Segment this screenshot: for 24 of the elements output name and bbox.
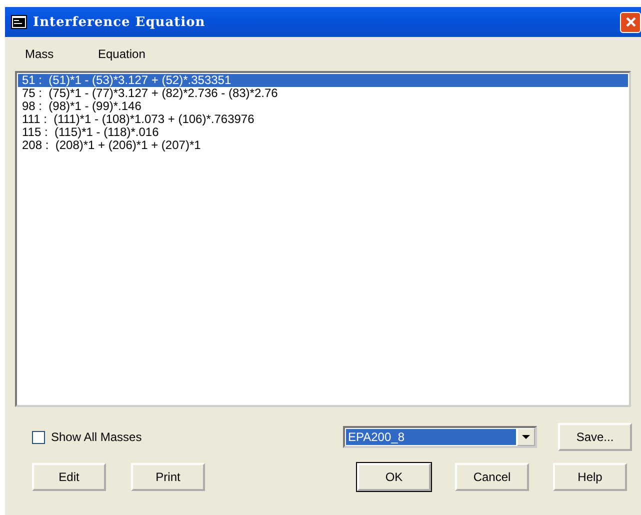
- window-icon: [11, 15, 27, 29]
- checkbox-label: Show All Masses: [51, 430, 142, 444]
- list-item[interactable]: 51 : (51)*1 - (53)*3.127 + (52)*.353351: [18, 74, 628, 87]
- dialog-button[interactable]: Edit: [32, 463, 106, 491]
- list-item[interactable]: 208 : (208)*1 + (206)*1 + (207)*1: [18, 139, 628, 152]
- dialog-button[interactable]: Print: [131, 463, 205, 491]
- list-item[interactable]: 111 : (111)*1 - (108)*1.073 + (106)*.763976: [18, 113, 628, 126]
- list-item[interactable]: 75 : (75)*1 - (77)*3.127 + (82)*2.736 - (83)*2.76: [18, 87, 628, 100]
- column-header: Mass: [25, 47, 55, 61]
- column-header: Equation: [98, 47, 146, 61]
- dialog-button[interactable]: Help: [553, 463, 627, 491]
- window-title: Interference Equation: [33, 14, 206, 30]
- close-button[interactable]: [620, 12, 641, 32]
- method-dropdown[interactable]: EPA200_8: [343, 426, 537, 448]
- checkbox[interactable]: [32, 430, 45, 444]
- dialog-button[interactable]: Cancel: [455, 463, 529, 491]
- caret-icon: [522, 435, 530, 439]
- dropdown-button[interactable]: [517, 428, 535, 446]
- dialog-button[interactable]: Save...: [558, 423, 632, 451]
- close-icon: [624, 16, 636, 28]
- dialog-button[interactable]: OK: [357, 463, 431, 491]
- list-item[interactable]: 98 : (98)*1 - (99)*.146: [18, 100, 628, 113]
- dropdown-value: EPA200_8: [346, 429, 516, 445]
- list-item[interactable]: 115 : (115)*1 - (118)*.016: [18, 126, 628, 139]
